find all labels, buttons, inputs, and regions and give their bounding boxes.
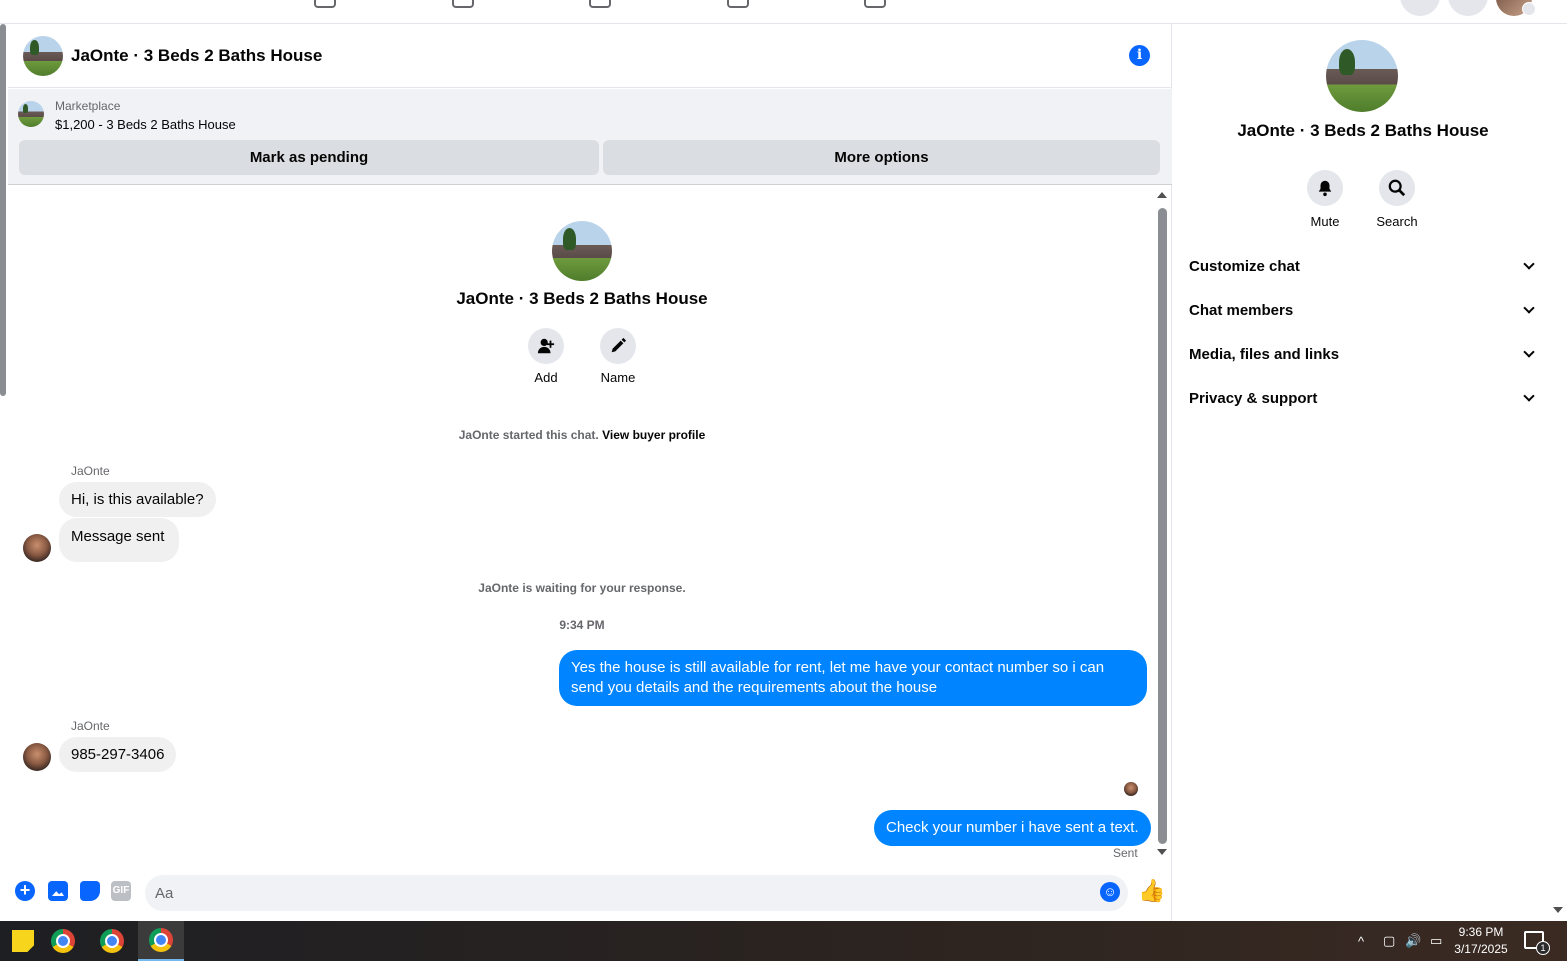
chat-panel: JaOnte · 3 Beds 2 Baths House i Marketpl… bbox=[8, 24, 1172, 921]
section-label: Chat members bbox=[1189, 301, 1294, 319]
emoji-icon[interactable]: ☺ bbox=[1100, 882, 1120, 902]
message-sender: JaOnte bbox=[71, 464, 110, 478]
clock-date: 3/17/2025 bbox=[1454, 942, 1508, 956]
chrome-app[interactable] bbox=[40, 921, 86, 961]
notifications-button[interactable] bbox=[1448, 0, 1488, 16]
panel-avatar[interactable] bbox=[1326, 40, 1398, 112]
plus-icon[interactable]: + bbox=[15, 881, 35, 901]
section-label: Media, files and links bbox=[1189, 345, 1340, 363]
sticker-icon[interactable] bbox=[80, 881, 100, 901]
message-bubble-incoming[interactable]: Hi, is this available? bbox=[59, 482, 216, 517]
listing-price-title[interactable]: $1,200 - 3 Beds 2 Baths House bbox=[55, 117, 236, 132]
name-label: Name bbox=[600, 370, 636, 385]
message-bubble-outgoing[interactable]: Yes the house is still available for ren… bbox=[559, 650, 1147, 706]
info-icon[interactable]: i bbox=[1129, 45, 1150, 66]
panel-title: JaOnte · 3 Beds 2 Baths House bbox=[1237, 121, 1489, 140]
notification-count-badge: 1 bbox=[1536, 941, 1550, 955]
thumbs-up-icon[interactable]: 👍 bbox=[1138, 878, 1165, 904]
add-person-icon[interactable] bbox=[528, 328, 564, 364]
add-people-action[interactable]: Add bbox=[516, 328, 576, 385]
waiting-notice: JaOnte is waiting for your response. bbox=[478, 581, 686, 595]
search-icon[interactable] bbox=[1379, 170, 1415, 206]
mute-action[interactable]: Mute bbox=[1295, 170, 1355, 229]
gif-icon[interactable]: GIF bbox=[111, 881, 131, 901]
sent-status: Sent bbox=[1113, 846, 1138, 860]
chevron-down-icon bbox=[1523, 390, 1535, 402]
name-chat-action[interactable]: Name bbox=[588, 328, 648, 385]
network-icon[interactable]: ▭ bbox=[1430, 921, 1442, 961]
add-label: Add bbox=[534, 370, 558, 385]
chrome-profile-app[interactable] bbox=[89, 921, 135, 961]
chrome-icon bbox=[100, 929, 124, 953]
message-composer: + GIF ☺ 👍 bbox=[8, 872, 1172, 912]
tray-chevron-up-icon[interactable]: ^ bbox=[1358, 921, 1364, 961]
mark-as-pending-button[interactable]: Mark as pending bbox=[19, 140, 599, 175]
groups-nav-icon[interactable] bbox=[727, 0, 749, 8]
video-nav-icon[interactable] bbox=[589, 0, 611, 8]
sender-avatar[interactable] bbox=[23, 743, 51, 771]
chevron-down-icon bbox=[1523, 346, 1535, 358]
chat-started-notice: JaOnte started this chat. View buyer pro… bbox=[8, 428, 1156, 442]
taskbar: ^ ▢ 🔊 ▭ 9:36 PM 3/17/2025 1 bbox=[0, 921, 1567, 961]
message-input[interactable] bbox=[145, 875, 1128, 911]
message-sender: JaOnte bbox=[71, 719, 110, 733]
privacy-support-section[interactable]: Privacy & support bbox=[1189, 376, 1539, 420]
marketplace-nav-icon[interactable] bbox=[314, 0, 336, 8]
message-bubble-incoming[interactable]: 985-297-3406 bbox=[59, 737, 177, 772]
section-label: Customize chat bbox=[1189, 257, 1300, 275]
sender-avatar[interactable] bbox=[23, 534, 51, 562]
intro-avatar bbox=[552, 221, 612, 281]
menu-grid-button[interactable] bbox=[1400, 0, 1440, 16]
scroll-down-arrow[interactable] bbox=[1157, 849, 1167, 855]
clock-time: 9:36 PM bbox=[1458, 925, 1504, 939]
friends-nav-icon[interactable] bbox=[452, 0, 474, 8]
search-action[interactable]: Search bbox=[1367, 170, 1427, 229]
chrome-active-app[interactable] bbox=[138, 921, 184, 961]
taskbar-clock[interactable]: 9:36 PM 3/17/2025 bbox=[1450, 924, 1512, 958]
pencil-icon[interactable] bbox=[600, 328, 636, 364]
chrome-icon bbox=[51, 929, 75, 953]
customize-chat-section[interactable]: Customize chat bbox=[1189, 244, 1539, 288]
chat-avatar[interactable] bbox=[23, 35, 63, 76]
started-text: JaOnte started this chat. bbox=[458, 428, 599, 442]
view-buyer-profile-link[interactable]: View buyer profile bbox=[602, 428, 705, 442]
section-label: Privacy & support bbox=[1189, 389, 1318, 407]
gaming-nav-icon[interactable] bbox=[864, 0, 886, 8]
message-bubble-outgoing[interactable]: Check your number i have sent a text. bbox=[874, 810, 1151, 846]
message-timestamp: 9:34 PM bbox=[559, 618, 605, 632]
message-bubble-incoming[interactable]: Message sent bbox=[59, 518, 180, 562]
messages-scrollbar-thumb[interactable] bbox=[1158, 208, 1167, 844]
account-caret-icon[interactable] bbox=[1522, 2, 1536, 16]
bell-icon[interactable] bbox=[1307, 170, 1343, 206]
sticky-notes-icon bbox=[12, 930, 34, 952]
page-scrollbar[interactable] bbox=[0, 24, 6, 396]
volume-icon[interactable]: 🔊 bbox=[1405, 921, 1421, 961]
panel-scroll-down-arrow[interactable] bbox=[1553, 907, 1563, 913]
scroll-up-arrow[interactable] bbox=[1157, 192, 1167, 198]
chat-info-panel: JaOnte · 3 Beds 2 Baths House Mute Searc… bbox=[1173, 24, 1553, 921]
search-label: Search bbox=[1376, 214, 1418, 229]
top-navbar bbox=[0, 0, 1567, 24]
intro-name: JaOnte · 3 Beds 2 Baths House bbox=[456, 289, 708, 308]
chevron-down-icon bbox=[1523, 258, 1535, 270]
chat-members-section[interactable]: Chat members bbox=[1189, 288, 1539, 332]
more-options-button[interactable]: More options bbox=[603, 140, 1160, 175]
tray-device-icon[interactable]: ▢ bbox=[1383, 921, 1395, 961]
listing-thumbnail[interactable] bbox=[18, 101, 44, 127]
chat-header: JaOnte · 3 Beds 2 Baths House i bbox=[8, 24, 1172, 88]
chrome-icon bbox=[149, 928, 173, 952]
photo-icon[interactable] bbox=[48, 881, 68, 901]
chevron-down-icon bbox=[1523, 302, 1535, 314]
seen-receipt-avatar bbox=[1124, 782, 1138, 796]
media-files-links-section[interactable]: Media, files and links bbox=[1189, 332, 1539, 376]
marketplace-label: Marketplace bbox=[55, 99, 121, 113]
chat-title[interactable]: JaOnte · 3 Beds 2 Baths House bbox=[71, 46, 322, 66]
mute-label: Mute bbox=[1310, 214, 1340, 229]
marketplace-banner: Marketplace $1,200 - 3 Beds 2 Baths Hous… bbox=[8, 89, 1172, 185]
